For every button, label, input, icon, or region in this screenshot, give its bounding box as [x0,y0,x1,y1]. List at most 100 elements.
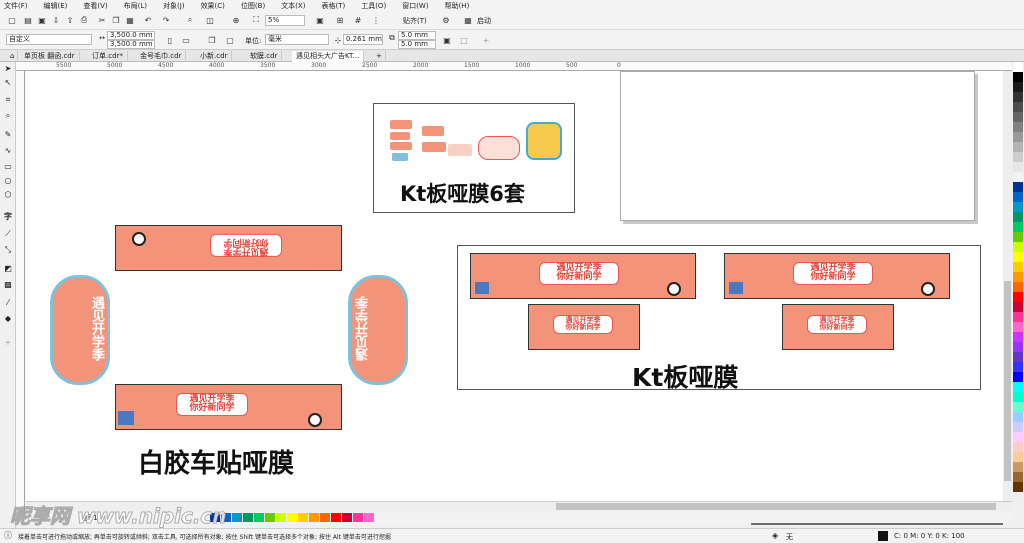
page-size-select[interactable]: 自定义 [6,34,92,45]
palette-swatch[interactable] [1013,482,1023,492]
palette-swatch[interactable] [1013,192,1023,202]
document-palette-swatch[interactable] [243,513,253,522]
menu-item-8[interactable]: 表格(T) [321,1,345,11]
home-icon[interactable]: ⌂ [6,51,18,62]
palette-swatch[interactable] [1013,172,1023,182]
kt-banner-3[interactable]: 遇见开学季 你好新同学 [528,304,640,350]
palette-swatch[interactable] [1013,332,1023,342]
palette-swatch[interactable] [1013,272,1023,282]
document-palette-swatch[interactable] [254,513,264,522]
menu-item-4[interactable]: 对象(J) [163,1,185,11]
palette-swatch[interactable] [1013,412,1023,422]
page-width-field[interactable]: 3,500.0 mm [107,31,155,40]
zoom-tool-icon[interactable]: ⌕ [2,110,14,122]
side-badge-right[interactable]: 遇见开学季 [348,275,408,385]
eyedropper-icon[interactable]: ⁄ [2,296,14,308]
kt-group-frame[interactable]: 遇见开学季 你好新同学 遇见开学季 你好新同学 遇见开学季 你好新同学 遇见开学季 你好… [457,245,981,392]
document-palette-swatch[interactable] [276,513,286,522]
options-gear-icon[interactable]: ⚙ [440,14,452,26]
full-screen-icon[interactable]: ⛶ [250,14,262,26]
menu-item-11[interactable]: 帮助(H) [445,1,470,11]
portrait-icon[interactable]: ▯ [164,34,176,46]
car-banner-bottom[interactable]: 遇见开学季 你好新同学 [115,384,342,430]
menu-item-6[interactable]: 位图(B) [241,1,265,11]
palette-swatch[interactable] [1013,432,1023,442]
outline-color-swatch[interactable] [878,531,888,541]
label-kt[interactable]: Kt板哑膜 [632,358,738,394]
all-pages-icon[interactable]: ❐ [206,34,218,46]
zoom-fit-icon[interactable]: ▣ [314,14,326,26]
document-palette-swatch[interactable] [309,513,319,522]
car-banner-top[interactable]: 遇见开学季 你好新同学 [115,225,342,271]
palette-swatch[interactable] [1013,402,1023,412]
add-icon[interactable]: + [480,34,492,46]
horizontal-scroll-thumb[interactable] [556,503,996,510]
palette-swatch[interactable] [1013,462,1023,472]
parallel-dimension-icon[interactable]: ⟋ [2,228,14,240]
palette-swatch[interactable] [1013,102,1023,112]
menu-item-3[interactable]: 布局(L) [124,1,147,11]
new-tab-icon[interactable]: + [372,51,386,62]
palette-swatch[interactable] [1013,342,1023,352]
interactive-fill-icon[interactable]: ◆ [2,312,14,324]
palette-swatch[interactable] [1013,202,1023,212]
duplicate-x-field[interactable]: 5.0 mm [398,31,436,40]
unit-select[interactable]: 毫米 [265,34,329,45]
freehand-tool-icon[interactable]: ✎ [2,128,14,140]
drawing-canvas[interactable]: Kt板哑膜6套 遇见开学季 你好新同学 遇见开学季 你好新同学 遇见开学季 你好新同学… [26,71,1003,525]
document-palette-swatch[interactable] [265,513,275,522]
palette-swatch[interactable] [1013,92,1023,102]
add-tool-icon[interactable]: + [2,336,14,348]
palette-swatch[interactable] [1013,452,1023,462]
palette-swatch[interactable] [1013,222,1023,232]
palette-swatch[interactable] [1013,212,1023,222]
artistic-media-icon[interactable]: ∿ [2,144,14,156]
vertical-ruler[interactable] [16,71,25,511]
drop-shadow-icon[interactable]: ◩ [2,262,14,274]
document-palette-swatch[interactable] [331,513,341,522]
undo-icon[interactable]: ↶ [142,14,154,26]
palette-swatch[interactable] [1013,322,1023,332]
tab-doc-5[interactable]: 软膜.cdr [246,51,283,62]
palette-swatch[interactable] [1013,72,1023,82]
palette-swatch[interactable] [1013,302,1023,312]
show-rulers-icon[interactable]: ⊞ [334,14,346,26]
launch-dropdown[interactable]: 启动 [477,16,491,26]
palette-swatch[interactable] [1013,262,1023,272]
tab-doc-4[interactable]: 小新.cdr [196,51,233,62]
open-icon[interactable]: ▤ [22,14,34,26]
polygon-tool-icon[interactable]: ⬡ [2,188,14,200]
shape-tool-icon[interactable]: ↖ [2,76,14,88]
document-palette-swatch[interactable] [364,513,374,522]
paste-icon[interactable]: ▦ [124,14,136,26]
palette-swatch[interactable] [1013,392,1023,402]
palette-swatch[interactable] [1013,252,1023,262]
menu-item-1[interactable]: 编辑(E) [44,1,68,11]
page-frame-icon[interactable]: ⬚ [458,34,470,46]
tab-doc-1[interactable]: 单页板 翻函.cdr [20,51,80,62]
palette-swatch[interactable] [1013,382,1023,392]
rectangle-tool-icon[interactable]: ▭ [2,160,14,172]
side-badge-left[interactable]: 遇见开学季 [50,275,110,385]
page-height-field[interactable]: 3,500.0 mm [107,40,155,49]
document-palette-swatch[interactable] [353,513,363,522]
text-tool-icon[interactable]: 字 [2,210,14,222]
palette-swatch[interactable] [1013,442,1023,452]
import-icon[interactable]: ⇩ [50,14,62,26]
palette-swatch[interactable] [1013,292,1023,302]
menu-item-10[interactable]: 窗口(W) [402,1,428,11]
snap-to-dropdown[interactable]: 贴齐(T) [403,16,427,26]
tab-doc-3[interactable]: 金号毛巾.cdr [136,51,187,62]
menu-item-9[interactable]: 工具(O) [361,1,386,11]
palette-swatch[interactable] [1013,82,1023,92]
kt6-group-frame[interactable]: Kt板哑膜6套 [373,103,575,213]
duplicate-y-field[interactable]: 5.0 mm [398,40,436,49]
palette-swatch[interactable] [1013,112,1023,122]
print-icon[interactable]: ⎙ [78,14,90,26]
kt-banner-1[interactable]: 遇见开学季 你好新同学 [470,253,696,299]
tab-doc-2[interactable]: 订单.cdr* [88,51,128,62]
palette-swatch[interactable] [1013,472,1023,482]
treat-as-filled-icon[interactable]: ▣ [441,34,453,46]
vertical-scrollbar[interactable] [1003,71,1012,501]
kt-banner-2[interactable]: 遇见开学季 你好新同学 [724,253,950,299]
